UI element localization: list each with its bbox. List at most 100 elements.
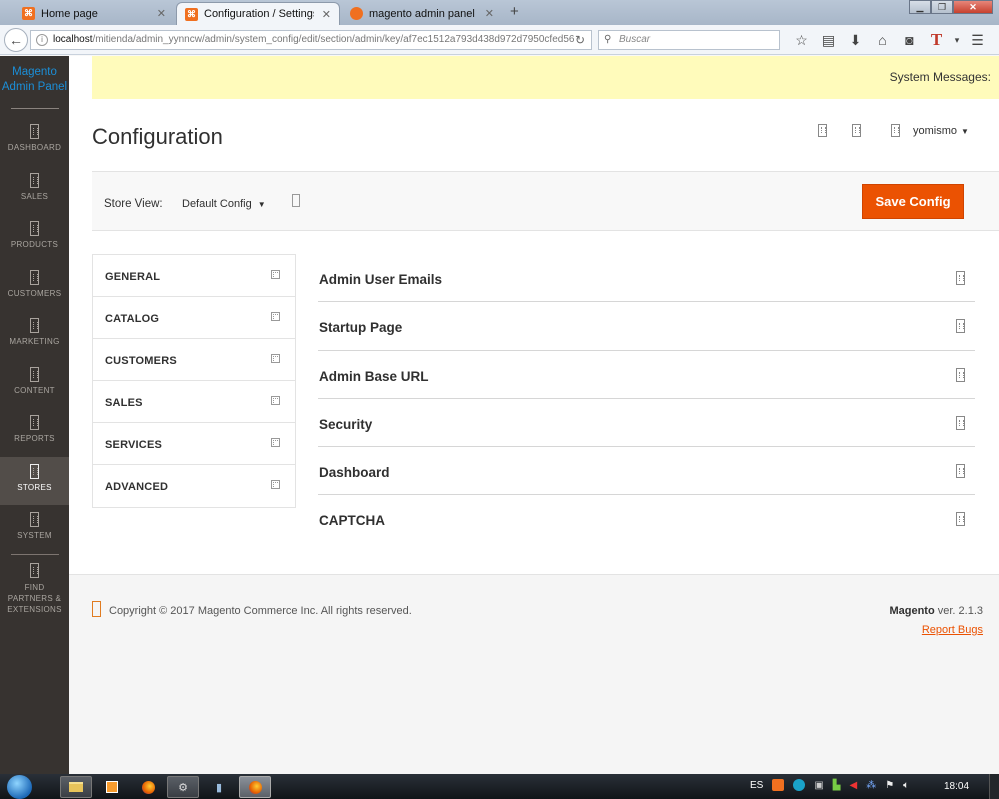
system-icon: [30, 512, 39, 527]
taskbar-firefox-active[interactable]: [239, 776, 271, 798]
config-tabs: GENERAL CATALOG CUSTOMERS SALES SERVICES…: [92, 254, 296, 508]
language-indicator[interactable]: ES: [750, 780, 763, 791]
logo-divider: [10, 108, 59, 109]
t-addon-icon[interactable]: T: [923, 30, 950, 50]
expand-icon: [271, 270, 280, 279]
url-bar[interactable]: i localhost/mitienda/admin_yynncw/admin/…: [30, 30, 592, 50]
reload-icon[interactable]: ↻: [575, 31, 585, 49]
device-icon[interactable]: ▙: [833, 780, 841, 791]
reading-list-icon[interactable]: ▤: [815, 30, 842, 50]
sidebar-item-stores[interactable]: STORES: [0, 456, 69, 505]
section-captcha[interactable]: CAPTCHA: [318, 495, 975, 543]
config-tab-customers[interactable]: CUSTOMERS: [93, 339, 295, 381]
close-tab-icon[interactable]: ✕: [322, 8, 331, 21]
section-dashboard[interactable]: Dashboard: [318, 447, 975, 496]
sidebar-item-sales[interactable]: SALES: [0, 166, 69, 215]
expand-icon: [271, 480, 280, 489]
save-config-button[interactable]: Save Config: [862, 184, 964, 219]
system-tray: ES ▣ ▙ ◀ ⁂ ⚑ 🔈︎: [750, 779, 909, 791]
copyright-text: Copyright © 2017 Magento Commerce Inc. A…: [109, 605, 412, 617]
search-input[interactable]: ⚲ Buscar: [598, 30, 780, 50]
taskbar-usb[interactable]: ▮: [203, 776, 235, 798]
config-tab-services[interactable]: SERVICES: [93, 423, 295, 465]
sidebar-item-dashboard[interactable]: DASHBOARD: [0, 117, 69, 166]
action-center-flag-icon[interactable]: ⚑: [885, 780, 894, 791]
download-icon[interactable]: ⬇: [842, 30, 869, 50]
sidebar-item-system[interactable]: SYSTEM: [0, 505, 69, 554]
section-admin-user-emails[interactable]: Admin User Emails: [318, 254, 975, 303]
notifications-icon[interactable]: [852, 124, 861, 137]
expand-section-icon: [956, 415, 965, 430]
expand-icon: [271, 312, 280, 321]
stores-icon: [30, 463, 39, 479]
dropdown-arrow-icon[interactable]: ▾: [950, 30, 964, 50]
config-tab-general[interactable]: GENERAL: [93, 255, 295, 297]
minimize-button[interactable]: ▁: [909, 0, 931, 14]
section-startup-page[interactable]: Startup Page: [318, 302, 975, 351]
site-info-icon[interactable]: i: [36, 34, 48, 46]
xampp-icon: ⌘: [22, 7, 35, 20]
volume-icon[interactable]: 🔈︎: [903, 780, 909, 791]
start-button[interactable]: [7, 775, 32, 799]
new-tab-button[interactable]: +: [510, 3, 519, 20]
sidebar-item-content[interactable]: CONTENT: [0, 360, 69, 409]
tray-arrow-icon[interactable]: ◀: [850, 780, 858, 791]
clock[interactable]: 18:04: [944, 781, 969, 792]
taskbar-media-player[interactable]: [96, 776, 128, 798]
help-icon[interactable]: [292, 194, 300, 207]
sidebar-item-marketing[interactable]: MARKETING: [0, 311, 69, 360]
sidebar-item-products[interactable]: PRODUCTS: [0, 214, 69, 263]
search-icon[interactable]: [818, 124, 827, 137]
close-tab-icon[interactable]: ✕: [157, 7, 166, 20]
xampp-tray-icon[interactable]: [772, 779, 785, 791]
show-desktop-button[interactable]: [989, 774, 999, 799]
taskbar-app[interactable]: ⚙: [167, 776, 199, 798]
sidebar-item-customers[interactable]: CUSTOMERS: [0, 263, 69, 312]
customers-icon: [30, 269, 39, 285]
taskbar-firefox-pinned[interactable]: [132, 776, 164, 798]
browser-tab-configuration[interactable]: ⌘ Configuration / Settings / ... ✕: [176, 2, 340, 25]
config-tab-sales[interactable]: SALES: [93, 381, 295, 423]
user-menu[interactable]: yomismo ▼: [913, 125, 969, 137]
magento-favicon: [350, 7, 363, 20]
magento-logo-icon: [92, 601, 101, 617]
taskbar-explorer[interactable]: [60, 776, 92, 798]
sidebar-item-reports[interactable]: REPORTS: [0, 408, 69, 457]
restore-button[interactable]: ❐: [931, 0, 953, 14]
window-controls: ▁ ❐ ✕: [909, 0, 993, 14]
reports-icon: [30, 415, 39, 430]
browser-tab-magento-search[interactable]: magento admin panel - M... ✕: [342, 2, 502, 25]
bluetooth-icon[interactable]: ⁂: [866, 780, 876, 791]
search-icon: ⚲: [604, 34, 612, 45]
content-icon: [30, 366, 39, 382]
report-bugs-link[interactable]: Report Bugs: [922, 624, 983, 636]
expand-icon: [271, 438, 280, 447]
close-window-button[interactable]: ✕: [953, 0, 993, 14]
home-icon[interactable]: ⌂: [869, 30, 896, 50]
network-icon[interactable]: ▣: [814, 780, 823, 791]
app-icon: ⚙: [178, 781, 188, 794]
store-switcher-bar: Store View: Default Config ▼ Save Config: [92, 171, 999, 231]
section-admin-base-url[interactable]: Admin Base URL: [318, 351, 975, 399]
firefox-icon: [248, 780, 262, 794]
dashboard-icon: [30, 124, 39, 139]
menu-icon[interactable]: ☰: [964, 30, 991, 50]
user-icon[interactable]: [891, 124, 900, 137]
browser-tab-home[interactable]: ⌘ Home page ✕: [14, 2, 174, 25]
bookmark-star-icon[interactable]: ☆: [788, 30, 815, 50]
config-tab-catalog[interactable]: CATALOG: [93, 297, 295, 339]
folder-icon: [69, 782, 83, 792]
expand-icon: [271, 396, 280, 405]
section-security[interactable]: Security: [318, 399, 975, 448]
expand-section-icon: [956, 271, 965, 285]
back-button[interactable]: ←: [4, 28, 28, 52]
store-view-dropdown[interactable]: Default Config ▼: [182, 198, 266, 210]
config-tab-advanced[interactable]: ADVANCED: [93, 465, 295, 507]
admin-logo[interactable]: Magento Admin Panel: [0, 56, 69, 95]
pocket-icon[interactable]: ◙: [896, 30, 923, 50]
sidebar-item-find-partners[interactable]: FIND PARTNERS & EXTENSIONS: [0, 561, 69, 615]
chevron-down-icon: ▼: [257, 200, 266, 209]
close-tab-icon[interactable]: ✕: [485, 7, 494, 20]
tray-app-icon[interactable]: [793, 779, 806, 791]
sidebar-divider: [10, 553, 59, 555]
